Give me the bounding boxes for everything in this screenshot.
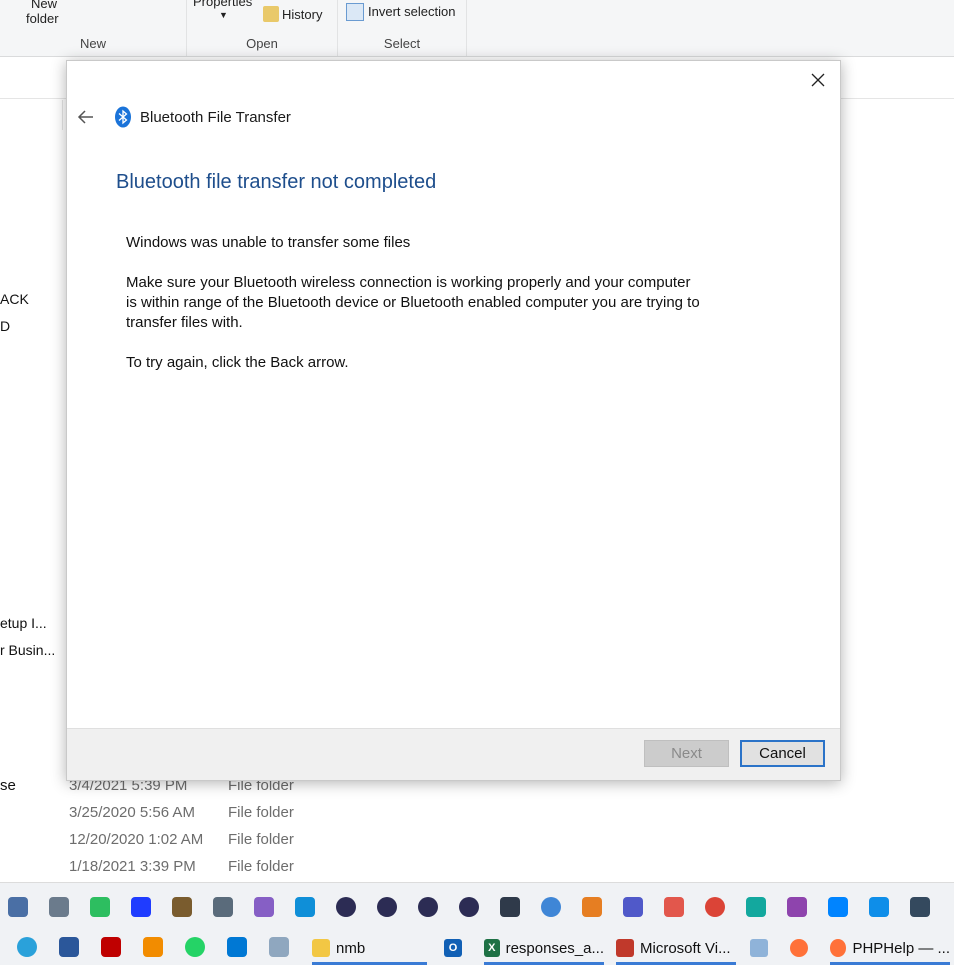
new-folder-button-line2[interactable]: folder — [26, 11, 59, 26]
teamviewer-icon[interactable] — [869, 897, 889, 917]
nav-item-fragment[interactable]: etup I... — [0, 615, 47, 631]
explorer-ribbon: New folder New Properties ▼ History Open… — [0, 0, 954, 57]
telegram-icon[interactable] — [17, 937, 37, 957]
taskbar-item-label: responses_a... — [505, 939, 604, 957]
app-window-icon — [616, 939, 634, 957]
taskbar-item-excel[interactable]: X responses_a... — [484, 935, 604, 965]
visual-studio-icon[interactable] — [254, 897, 274, 917]
github-icon[interactable] — [500, 897, 520, 917]
file-type: File folder — [228, 831, 294, 848]
file-type: File folder — [228, 858, 294, 875]
camera-icon[interactable] — [49, 897, 69, 917]
close-button[interactable] — [804, 67, 832, 93]
malwarebytes-icon[interactable] — [131, 897, 151, 917]
dialog-footer: Next Cancel — [67, 728, 840, 780]
filezilla-icon[interactable] — [101, 937, 121, 957]
app-icon[interactable] — [910, 897, 930, 917]
settings-app-icon[interactable] — [213, 897, 233, 917]
whatsapp-icon[interactable] — [185, 937, 205, 957]
ribbon-group-select: Invert selection Select — [338, 0, 467, 56]
teams-icon[interactable] — [623, 897, 643, 917]
date-modified: 12/20/2020 1:02 AM — [69, 831, 204, 848]
close-icon — [811, 73, 825, 87]
app-icon[interactable] — [746, 897, 766, 917]
vscode-icon[interactable] — [227, 937, 247, 957]
word-icon[interactable] — [59, 937, 79, 957]
nav-item-fragment[interactable]: r Busin... — [0, 642, 55, 658]
error-message-details: Make sure your Bluetooth wireless connec… — [126, 274, 700, 331]
cancel-button[interactable]: Cancel — [740, 740, 825, 767]
taskbar-item-microsoft-vi[interactable]: Microsoft Vi... — [616, 935, 736, 965]
ribbon-group-label-select: Select — [383, 36, 421, 51]
ribbon-group-label-open: Open — [246, 36, 278, 51]
dialog-title: Bluetooth File Transfer — [140, 109, 291, 126]
error-message-summary: Windows was unable to transfer some file… — [126, 234, 411, 251]
eclipse-icon[interactable] — [418, 897, 438, 917]
eclipse-icon[interactable] — [336, 897, 356, 917]
firefox-icon — [790, 939, 808, 957]
file-type: File folder — [228, 804, 294, 821]
app-icon[interactable] — [269, 937, 289, 957]
date-modified: 3/25/2020 5:56 AM — [69, 804, 195, 821]
git-icon[interactable] — [664, 897, 684, 917]
ultraedit-icon[interactable] — [172, 897, 192, 917]
taskbar-item-label: PHPHelp — ... — [852, 939, 950, 957]
table-row[interactable]: 1/18/2021 3:39 PM File folder — [69, 858, 294, 875]
folder-icon — [312, 939, 330, 957]
back-button[interactable] — [75, 106, 97, 128]
invert-selection-icon — [346, 3, 364, 21]
nav-pane-divider — [62, 100, 63, 130]
taskbar-item-paint[interactable] — [750, 935, 774, 961]
ribbon-group-label-new: New — [79, 36, 106, 51]
next-button[interactable]: Next — [644, 740, 729, 767]
gear-app-icon[interactable] — [582, 897, 602, 917]
taskbar-item-label: nmb — [336, 939, 366, 957]
table-row[interactable]: 12/20/2020 1:02 AM File folder — [69, 831, 294, 848]
taskbar: nmb O X responses_a... Microsoft Vi... P… — [0, 882, 954, 965]
taskbar-item-firefox[interactable] — [790, 935, 814, 961]
chevron-down-icon[interactable]: ▼ — [219, 10, 228, 20]
screenshot-icon[interactable] — [8, 897, 28, 917]
new-folder-button-line1[interactable]: New — [31, 0, 57, 11]
bluetooth-transfer-dialog: Bluetooth File Transfer Bluetooth file t… — [66, 60, 841, 781]
nav-item-fragment[interactable]: D — [0, 318, 10, 334]
date-modified: 1/18/2021 3:39 PM — [69, 858, 196, 875]
eclipse-icon[interactable] — [459, 897, 479, 917]
messenger-icon[interactable] — [828, 897, 848, 917]
taskbar-item-nmb[interactable]: nmb — [312, 935, 427, 965]
chrome-icon[interactable] — [705, 897, 725, 917]
taskbar-item-outlook[interactable]: O — [444, 935, 470, 961]
taskbar-item-phphelp[interactable]: PHPHelp — ... — [830, 935, 950, 965]
invert-selection-button[interactable]: Invert selection — [368, 4, 455, 19]
taskbar-item-label: Microsoft Vi... — [640, 939, 731, 957]
history-icon — [263, 6, 279, 22]
paint-icon — [750, 939, 768, 957]
firefox-icon — [830, 939, 847, 957]
error-message-instruction: To try again, click the Back arrow. — [126, 354, 349, 371]
ribbon-group-open: Properties ▼ History Open — [187, 0, 338, 56]
edge-icon[interactable] — [295, 897, 315, 917]
nav-item-fragment[interactable]: ACK — [0, 291, 29, 307]
excel-icon: X — [484, 939, 500, 957]
history-button[interactable]: History — [282, 7, 322, 22]
back-arrow-icon — [77, 110, 93, 124]
ribbon-group-new: New folder New — [0, 0, 187, 56]
eclipse-icon[interactable] — [377, 897, 397, 917]
error-heading: Bluetooth file transfer not completed — [116, 171, 437, 193]
vlc-icon[interactable] — [143, 937, 163, 957]
properties-button[interactable]: Properties — [193, 0, 252, 9]
bluetooth-icon — [115, 106, 131, 128]
file-name-fragment[interactable]: se — [0, 777, 16, 794]
app-icon[interactable] — [787, 897, 807, 917]
evernote-icon[interactable] — [90, 897, 110, 917]
table-row[interactable]: 3/25/2020 5:56 AM File folder — [69, 804, 294, 821]
safari-icon[interactable] — [541, 897, 561, 917]
outlook-icon: O — [444, 939, 462, 957]
